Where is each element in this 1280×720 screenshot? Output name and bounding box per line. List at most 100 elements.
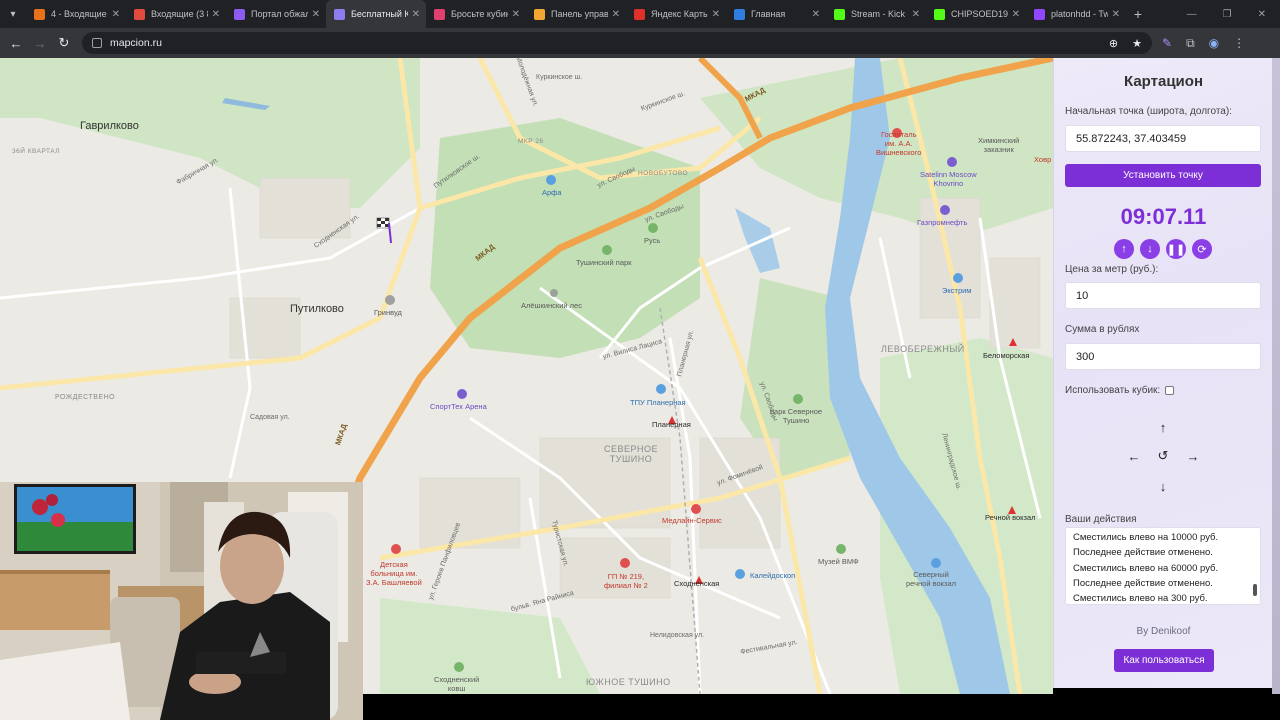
log-entry: Сместились влево на 300 руб. <box>1073 593 1208 605</box>
zoom-icon[interactable]: ⊕ <box>1109 37 1118 50</box>
browser-tab[interactable]: platonhdd - Tw ✕ <box>1026 0 1126 28</box>
log-entry: Последнее действие отменено. <box>1073 547 1213 559</box>
tab-close-icon[interactable]: ✕ <box>412 9 420 20</box>
poi-label: Алёшкинский лес <box>521 301 582 310</box>
move-right-icon[interactable]: → <box>1182 445 1204 467</box>
dice-checkbox[interactable] <box>1165 386 1174 395</box>
poi-label: Газпромнефть <box>917 218 968 227</box>
place-label: Путилково <box>290 303 344 315</box>
how-to-use-button[interactable]: Как пользоваться <box>1114 649 1214 672</box>
browser-tab[interactable]: 4 - Входящие ✕ <box>26 0 126 28</box>
browser-tab[interactable]: Портал обжал ✕ <box>226 0 326 28</box>
poi-label: Госпиталь им. А.А. Вишневского <box>876 130 922 157</box>
sum-label: Сумма в рублях <box>1065 324 1140 335</box>
poi-label: Химкинский заказник <box>978 136 1020 154</box>
tab-title: CHIPSOED196 <box>951 9 1008 19</box>
browser-tab[interactable]: Stream - Kick ✕ <box>826 0 926 28</box>
poi-label: Медлайн-Сервис <box>662 516 722 525</box>
poi-label: Экстрим <box>942 286 972 295</box>
move-up-icon[interactable]: ↑ <box>1152 416 1174 438</box>
browser-tab[interactable]: Панель управ ✕ <box>526 0 626 28</box>
road-label: Нелидовская ул. <box>650 632 705 639</box>
forward-icon[interactable]: → <box>28 36 52 51</box>
metro-label: Планерная <box>652 420 691 429</box>
back-icon[interactable]: ← <box>4 36 28 51</box>
site-info-icon[interactable] <box>92 38 102 48</box>
set-point-button[interactable]: Установить точку <box>1065 164 1261 187</box>
minimize-icon[interactable]: — <box>1187 9 1197 20</box>
webcam-overlay <box>0 482 363 720</box>
window-controls: — ❐ ✕ <box>1187 9 1280 20</box>
tab-close-icon[interactable]: ✕ <box>812 9 820 20</box>
tab-strip: ▾ 4 - Входящие ✕ Входящие (3 8 ✕ Портал обжа… <box>0 0 1280 28</box>
tab-favicon-icon <box>534 8 545 20</box>
sum-input[interactable]: 300 <box>1065 343 1261 370</box>
reload-icon[interactable]: ↻ <box>52 35 76 51</box>
tab-close-icon[interactable]: ✕ <box>212 9 220 20</box>
tab-close-icon[interactable]: ✕ <box>912 9 920 20</box>
tab-list: 4 - Входящие ✕ Входящие (3 8 ✕ Портал обжал ✕… <box>26 0 1126 28</box>
actions-label: Ваши действия <box>1065 514 1137 525</box>
tab-title: Портал обжал <box>251 9 308 19</box>
price-input[interactable]: 10 <box>1065 282 1261 309</box>
poi-label: Satelinn Moscow Khovrino <box>920 170 977 188</box>
profile-avatar[interactable]: ◉ <box>1209 36 1219 51</box>
menu-icon[interactable]: ⋮ <box>1233 36 1245 51</box>
log-scrollbar[interactable] <box>1252 530 1258 602</box>
browser-tab[interactable]: Бросьте кубик ✕ <box>426 0 526 28</box>
new-tab-icon[interactable]: + <box>1126 6 1150 22</box>
browser-tab[interactable]: Входящие (3 8 ✕ <box>126 0 226 28</box>
arrow-down-circle-icon[interactable]: ↓ <box>1140 239 1160 259</box>
tab-close-icon[interactable]: ✕ <box>312 9 320 20</box>
tab-close-icon[interactable]: ✕ <box>112 9 120 20</box>
bookmark-star-icon[interactable]: ★ <box>1132 37 1142 50</box>
poi-label: Арфа <box>542 188 562 197</box>
url-text: mapcion.ru <box>110 37 162 49</box>
tab-title: Бросьте кубик <box>451 9 508 19</box>
arrow-up-circle-icon[interactable]: ↑ <box>1114 239 1134 259</box>
timer-controls: ↑ ↓ ❚❚ ⟳ <box>1114 239 1212 259</box>
browser-tab[interactable]: CHIPSOED196 ✕ <box>926 0 1026 28</box>
metro-label: Беломорская <box>983 351 1030 360</box>
tab-title: Stream - Kick <box>851 9 906 19</box>
pause-icon[interactable]: ❚❚ <box>1166 239 1186 259</box>
browser-tab[interactable]: Главная ✕ <box>726 0 826 28</box>
browser-tab[interactable]: Яндекс Карты ✕ <box>626 0 726 28</box>
poi-label: Русь <box>644 236 661 245</box>
undo-icon[interactable]: ↺ <box>1152 445 1174 467</box>
tab-title: 4 - Входящие <box>51 9 107 19</box>
address-bar[interactable]: mapcion.ru ⊕ ★ <box>82 32 1152 54</box>
browser-tab[interactable]: Бесплатный К ✕ <box>326 0 426 28</box>
tab-title: Главная <box>751 9 786 19</box>
tab-favicon-icon <box>34 8 45 20</box>
tab-close-icon[interactable]: ✕ <box>512 9 520 20</box>
tab-close-icon[interactable]: ✕ <box>1012 9 1020 20</box>
log-entry: Сместились влево на 10000 руб. <box>1073 532 1219 543</box>
tab-close-icon[interactable]: ✕ <box>712 9 720 20</box>
poi-label: Музей ВМФ <box>818 557 859 566</box>
extension-pen-icon[interactable]: ✎ <box>1162 36 1172 51</box>
extensions-puzzle-icon[interactable]: ⧉ <box>1186 36 1195 51</box>
district-label: ЛЕВОБЕРЕЖНЫЙ <box>881 344 965 354</box>
tab-close-icon[interactable]: ✕ <box>612 9 620 20</box>
metro-label: Речной вокзал <box>985 513 1036 522</box>
poi-label: Гринвуд <box>374 308 402 317</box>
close-window-icon[interactable]: ✕ <box>1258 9 1266 20</box>
tab-title: Яндекс Карты <box>651 9 708 19</box>
poi-label: Сходненский ковш <box>434 675 480 693</box>
move-left-icon[interactable]: ← <box>1123 445 1145 467</box>
tab-search-icon[interactable]: ▾ <box>0 0 26 28</box>
tab-favicon-icon <box>234 8 245 20</box>
refresh-icon[interactable]: ⟳ <box>1192 239 1212 259</box>
move-down-icon[interactable]: ↓ <box>1152 475 1174 497</box>
start-point-input[interactable]: 55.872243, 37.403459 <box>1065 125 1261 152</box>
tab-favicon-icon <box>634 8 645 20</box>
tab-title: platonhdd - Tw <box>1051 9 1108 19</box>
poi-label: Калейдоскоп <box>750 571 796 580</box>
park-area <box>0 58 420 208</box>
restore-icon[interactable]: ❐ <box>1223 9 1232 20</box>
video-letterbox <box>363 694 1280 720</box>
tab-close-icon[interactable]: ✕ <box>1112 9 1120 20</box>
tab-favicon-icon <box>434 8 445 20</box>
actions-log[interactable]: Сместились влево на 10000 руб. Последнее… <box>1065 527 1261 605</box>
